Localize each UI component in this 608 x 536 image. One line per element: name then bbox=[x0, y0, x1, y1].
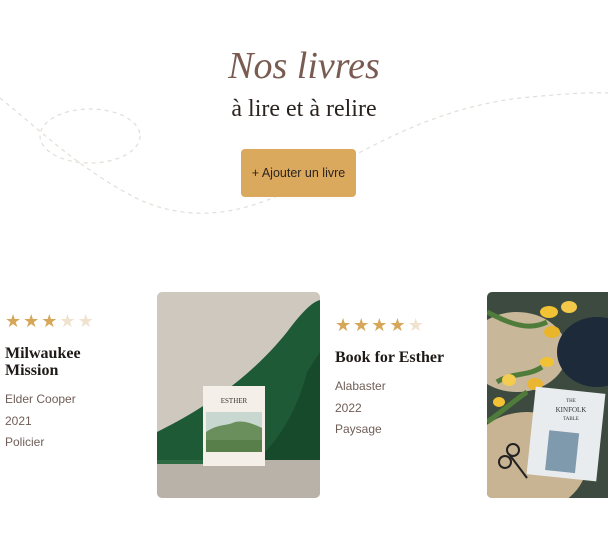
star-icon: ★ bbox=[5, 311, 22, 331]
page-subtitle: à lire et à relire bbox=[231, 96, 377, 122]
star-icon: ★ bbox=[41, 311, 58, 331]
book-card-milwaukee[interactable]: ★ ★ ★ ★ ★ Milwaukee Mission Elder Cooper… bbox=[5, 311, 125, 454]
cover-image-kinfolk: THE KINFOLK TABLE bbox=[487, 292, 608, 498]
book-genre: Policier bbox=[5, 435, 45, 449]
page-title: Nos livres bbox=[228, 45, 380, 87]
rating-stars: ★ ★ ★ ★ ★ bbox=[335, 315, 455, 335]
book-cover-kinfolk[interactable]: THE KINFOLK TABLE bbox=[487, 292, 608, 498]
cover-text-line1: THE bbox=[566, 399, 576, 404]
book-author: Alabaster bbox=[335, 379, 386, 393]
cover-title-text: ESTHER bbox=[221, 397, 248, 405]
book-genre: Paysage bbox=[335, 422, 382, 436]
book-title[interactable]: Book for Esther bbox=[335, 349, 455, 366]
add-book-button[interactable]: + Ajouter un livre bbox=[241, 149, 356, 197]
book-year: 2022 bbox=[335, 400, 362, 415]
book-cover-esther[interactable]: ESTHER bbox=[157, 292, 320, 498]
star-icon: ★ bbox=[23, 311, 40, 331]
rating-stars: ★ ★ ★ ★ ★ bbox=[5, 311, 125, 331]
book-year: 2021 bbox=[5, 413, 32, 428]
star-icon: ★ bbox=[335, 315, 352, 335]
star-icon: ★ bbox=[59, 311, 76, 331]
star-icon: ★ bbox=[389, 315, 406, 335]
star-icon: ★ bbox=[77, 311, 94, 331]
star-icon: ★ bbox=[371, 315, 388, 335]
cover-text-line3: TABLE bbox=[563, 417, 579, 422]
star-icon: ★ bbox=[407, 315, 424, 335]
book-card-esther[interactable]: ★ ★ ★ ★ ★ Book for Esther Alabaster 2022… bbox=[335, 315, 455, 441]
book-title[interactable]: Milwaukee Mission bbox=[5, 345, 125, 379]
book-author: Elder Cooper bbox=[5, 392, 76, 406]
cover-image-esther: ESTHER bbox=[157, 292, 320, 498]
cover-text-line2: KINFOLK bbox=[556, 406, 587, 414]
star-icon: ★ bbox=[353, 315, 370, 335]
